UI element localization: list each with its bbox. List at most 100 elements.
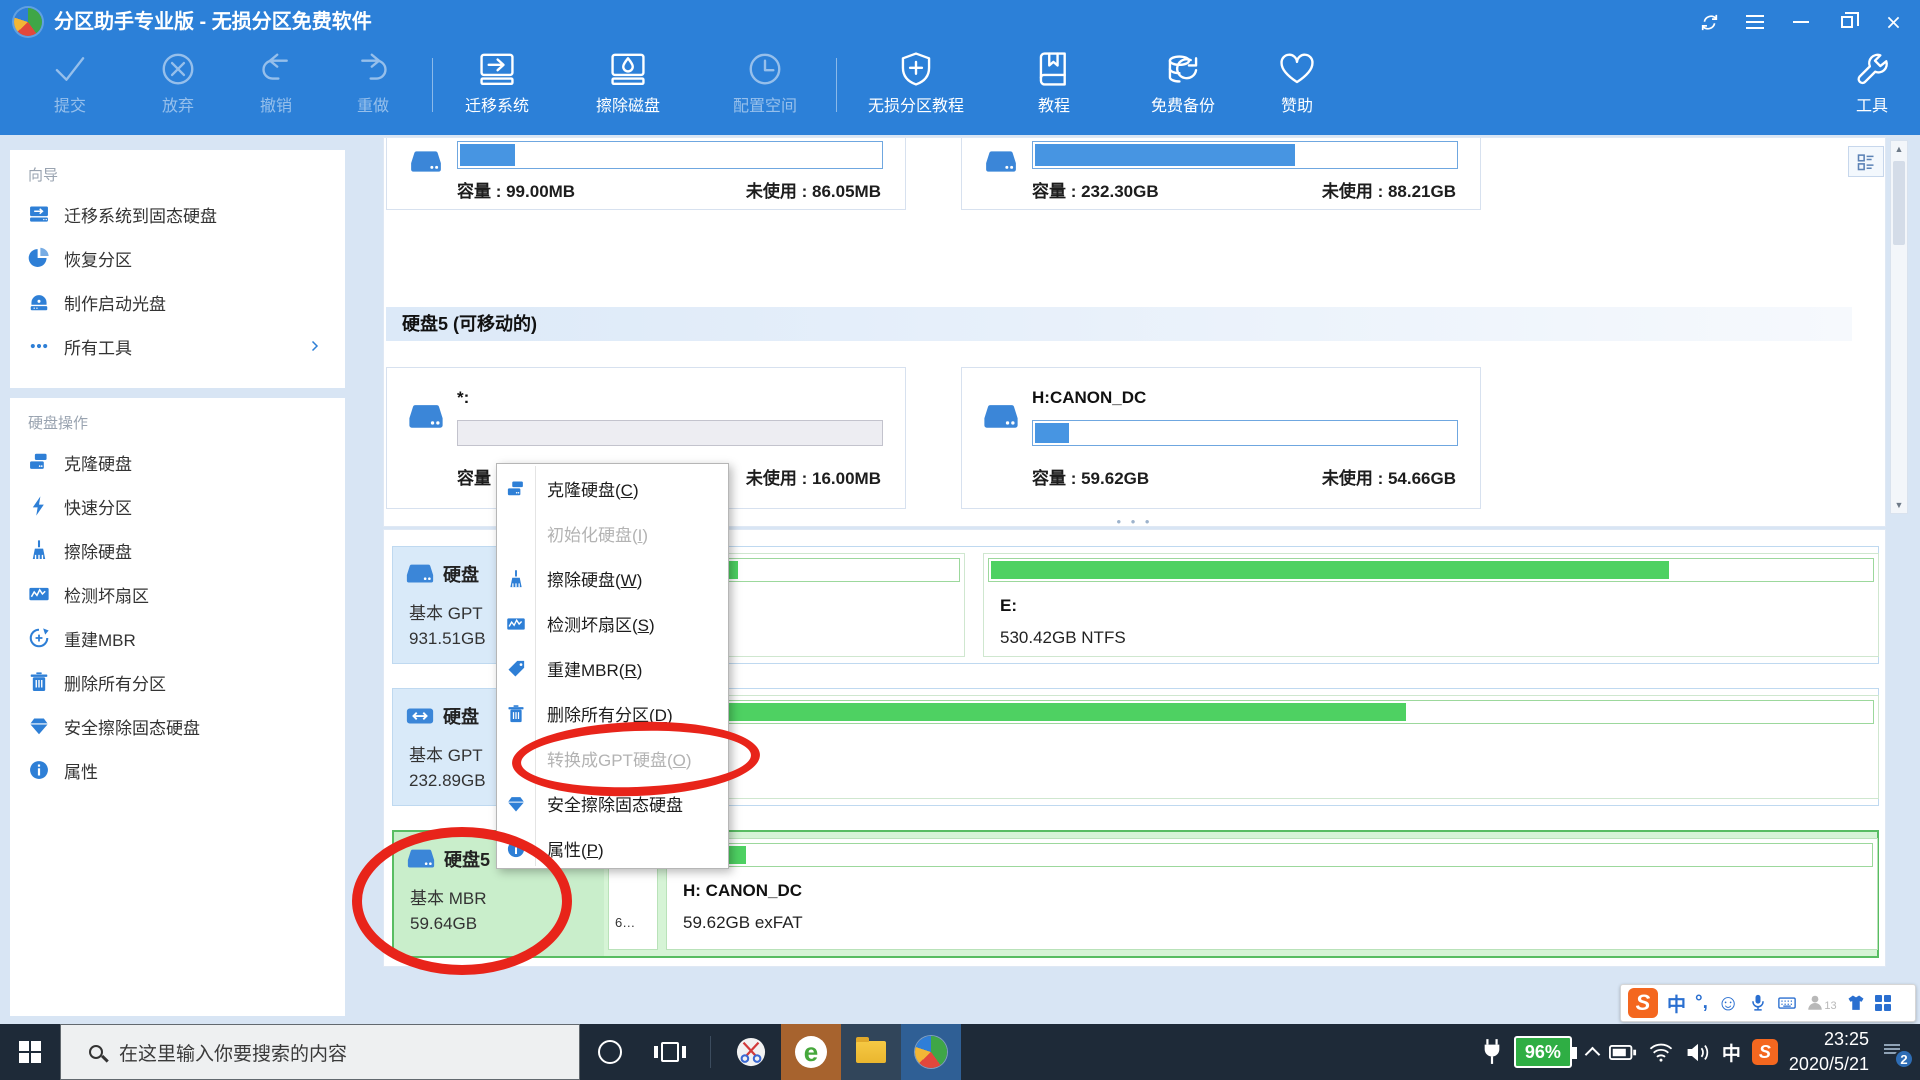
start-button[interactable]: [0, 1024, 60, 1080]
folder-icon: [856, 1041, 886, 1063]
battery-percent-badge[interactable]: 96%: [1514, 1036, 1572, 1068]
usage-bar: [671, 843, 1873, 867]
battery-icon[interactable]: [1609, 1043, 1637, 1062]
context-menu-item-convert-gpt: 转换成GPT硬盘(O): [497, 736, 728, 781]
chinese-mode-icon[interactable]: 中: [1667, 990, 1686, 1017]
redo-icon: [354, 50, 392, 88]
scroll-down-icon[interactable]: ▼: [1891, 497, 1907, 513]
sidebar-item-quick-partition[interactable]: 快速分区: [28, 484, 327, 528]
sidebar-item-secure-erase-ssd[interactable]: 安全擦除固态硬盘: [28, 704, 327, 748]
sidebar-item-make-boot-disc[interactable]: 制作启动光盘: [28, 280, 327, 324]
toolbar-tools-button[interactable]: 工具: [1824, 50, 1920, 132]
sogou-logo[interactable]: S: [1628, 988, 1658, 1018]
sidebar-item-wipe-disk[interactable]: 擦除硬盘: [28, 528, 327, 572]
diamond-icon: [497, 794, 535, 814]
tray-expand-icon[interactable]: [1585, 1047, 1601, 1063]
context-menu-item-clone-disk[interactable]: 克隆硬盘(C): [497, 466, 728, 511]
context-menu-item-wipe-disk[interactable]: 擦除硬盘(W): [497, 556, 728, 601]
maximize-icon[interactable]: [1824, 0, 1870, 44]
menu-grid-icon[interactable]: [1875, 995, 1891, 1011]
unused-label: 未使用 : 16.00MB: [746, 464, 881, 489]
scroll-up-icon[interactable]: ▲: [1891, 141, 1907, 157]
check-icon: [51, 50, 89, 88]
scissors-icon: [736, 1037, 766, 1067]
taskbar: 在这里输入你要搜索的内容 e 96% 中 S 23:25 2020/5/21: [0, 1024, 1920, 1080]
broom-icon: [28, 539, 50, 561]
sidebar-item-recover-partition[interactable]: 恢复分区: [28, 236, 327, 280]
emoji-icon[interactable]: ☺: [1717, 990, 1739, 1016]
info-icon: [28, 759, 50, 781]
sidebar-item-migrate-to-ssd[interactable]: 迁移系统到固态硬盘: [28, 192, 327, 236]
sidebar-item-rebuild-mbr[interactable]: 重建MBR: [28, 616, 327, 660]
sidebar-item-clone-disk[interactable]: 克隆硬盘: [28, 440, 327, 484]
action-center-button[interactable]: 2: [1880, 1040, 1910, 1064]
snipping-tool-button[interactable]: [721, 1024, 781, 1080]
lightning-icon: [28, 495, 50, 517]
partition-block[interactable]: [607, 695, 1879, 799]
sidebar-item-all-tools[interactable]: 所有工具: [28, 324, 327, 368]
bad-sector-icon: [497, 614, 535, 634]
file-explorer-button[interactable]: [841, 1024, 901, 1080]
partition-card-1[interactable]: 容量 : 99.00MB 未使用 : 86.05MB: [386, 137, 906, 210]
toolbar-tutorial-partition-button[interactable]: 无损分区教程: [851, 50, 981, 132]
refresh-icon[interactable]: [1686, 0, 1732, 44]
microphone-icon[interactable]: [1748, 993, 1768, 1013]
toolbar-wipe-disk-button[interactable]: 擦除磁盘: [573, 50, 683, 132]
search-placeholder: 在这里输入你要搜索的内容: [119, 1039, 347, 1066]
cortana-button[interactable]: [580, 1024, 640, 1080]
partition-block-e[interactable]: E: 530.42GB NTFS: [983, 553, 1879, 657]
partition-assistant-button[interactable]: [901, 1024, 961, 1080]
task-view-button[interactable]: [640, 1024, 700, 1080]
keyboard-icon[interactable]: [1777, 993, 1797, 1013]
disk5-section-header: 硬盘5 (可移动的): [386, 307, 1852, 341]
context-menu-item-bad-sector-test[interactable]: 检测坏扇区(S): [497, 601, 728, 646]
context-menu-item-secure-erase-ssd[interactable]: 安全擦除固态硬盘: [497, 781, 728, 826]
usage-bar: [1032, 420, 1458, 446]
window-title: 分区助手专业版 - 无损分区免费软件: [54, 0, 372, 44]
taskbar-clock[interactable]: 23:25 2020/5/21: [1789, 1027, 1869, 1077]
menu-icon[interactable]: [1732, 0, 1778, 44]
toolbar-tutorial-button[interactable]: 教程: [999, 50, 1109, 132]
toolbar-donate-button[interactable]: 赞助: [1242, 50, 1352, 132]
sidebar-item-bad-sector-test[interactable]: 检测坏扇区: [28, 572, 327, 616]
sidebar-item-delete-all-partitions[interactable]: 删除所有分区: [28, 660, 327, 704]
wrench-icon: [1853, 50, 1891, 88]
toolbar-free-backup-button[interactable]: 免费备份: [1128, 50, 1238, 132]
disk-type: 基本 MBR: [410, 884, 487, 909]
toolbar-redo-button[interactable]: 重做: [318, 50, 428, 132]
taskbar-search-input[interactable]: 在这里输入你要搜索的内容: [60, 1024, 580, 1080]
task-view-icon: [661, 1042, 679, 1062]
wifi-icon[interactable]: [1648, 1041, 1674, 1063]
partition-block-canon-dc[interactable]: H: CANON_DC 59.62GB exFAT: [666, 838, 1878, 950]
context-menu-item-delete-all-partitions[interactable]: 删除所有分区(D): [497, 691, 728, 736]
capacity-label: 容量 : 232.30GB: [1032, 177, 1159, 202]
view-toggle-icon[interactable]: [1848, 146, 1884, 177]
context-menu-item-properties[interactable]: 属性(P): [497, 826, 728, 871]
close-icon[interactable]: [1870, 0, 1916, 44]
removable-card-canon-dc[interactable]: H:CANON_DC 容量 : 59.62GB 未使用 : 54.66GB: [961, 367, 1481, 509]
app-logo-icon: [14, 8, 42, 36]
minimize-icon[interactable]: [1778, 0, 1824, 44]
ime-mode-indicator[interactable]: 中: [1722, 1039, 1741, 1066]
speaker-icon[interactable]: [1685, 1041, 1711, 1064]
disk-size: 232.89GB: [409, 771, 486, 791]
partition-card-2[interactable]: 容量 : 232.30GB 未使用 : 88.21GB: [961, 137, 1481, 210]
sogou-ime-bar: S 中 °, ☺ 13: [1620, 984, 1916, 1022]
browser-e-button[interactable]: e: [781, 1024, 841, 1080]
usage-bar: [457, 141, 883, 169]
profile-icon[interactable]: 13: [1806, 994, 1836, 1012]
toolbar-discard-button[interactable]: 放弃: [123, 50, 233, 132]
toolbar-undo-button[interactable]: 撤销: [221, 50, 331, 132]
skin-icon[interactable]: [1846, 993, 1866, 1013]
drive-icon: [405, 559, 435, 589]
sogou-tray-icon[interactable]: S: [1752, 1039, 1778, 1065]
toolbar-allocate-space-button[interactable]: 配置空间: [710, 50, 820, 132]
scrollbar-thumb[interactable]: [1893, 161, 1905, 245]
toolbar-migrate-system-button[interactable]: 迁移系统: [442, 50, 552, 132]
vertical-scrollbar[interactable]: ▲ ▼: [1890, 140, 1908, 514]
toolbar-commit-button[interactable]: 提交: [15, 50, 125, 132]
power-plug-icon[interactable]: [1481, 1038, 1503, 1066]
context-menu-item-rebuild-mbr[interactable]: 重建MBR(R): [497, 646, 728, 691]
sidebar-item-properties[interactable]: 属性: [28, 748, 327, 792]
punctuation-icon[interactable]: °,: [1695, 992, 1708, 1014]
